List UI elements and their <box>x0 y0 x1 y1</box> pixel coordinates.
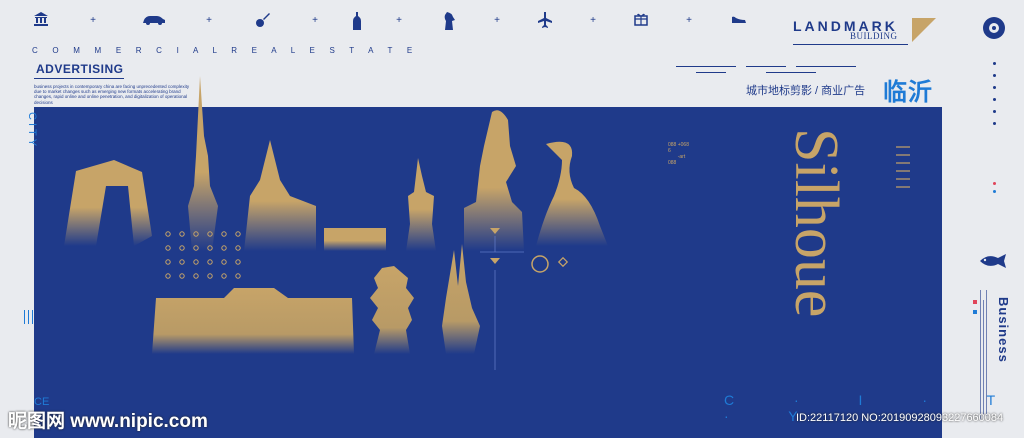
plus-icon: + <box>686 15 692 26</box>
plus-icon: + <box>590 15 596 26</box>
bottle-icon <box>348 12 366 30</box>
decorative-dashes <box>676 62 856 76</box>
guitar-icon <box>254 12 272 30</box>
airplane-icon <box>536 12 554 30</box>
poster: + + + + + + + C O M M E R C I A L R E A … <box>0 0 1024 438</box>
triangle-ornament <box>490 258 500 264</box>
plus-icon: + <box>90 15 96 26</box>
fish-icon <box>980 254 1006 268</box>
business-label: Business <box>996 297 1011 363</box>
plus-icon: + <box>494 15 500 26</box>
blue-dot <box>993 190 996 193</box>
building-subtitle: BUILDING <box>850 31 898 41</box>
business-markers <box>973 300 977 314</box>
city-skyline-illustration <box>64 76 608 370</box>
plus-icon: + <box>396 15 402 26</box>
advertising-heading: ADVERTISING <box>36 62 124 76</box>
watermark-site: 昵图网 www.nipic.com <box>8 411 208 432</box>
cn-city-name: 临沂 <box>883 79 933 106</box>
number-annotation: 088 +068 6 -art 088 <box>668 142 689 166</box>
bank-icon <box>32 12 50 30</box>
silhouette-text: Silhouette <box>790 128 850 318</box>
vertical-dots <box>993 62 997 134</box>
red-dot <box>993 182 996 185</box>
crane-sculpture <box>536 141 608 246</box>
arch-building <box>64 160 152 246</box>
right-small-text <box>980 290 992 430</box>
diamond-ornament <box>557 256 569 268</box>
church <box>244 140 316 251</box>
ornament-stripes <box>896 146 912 202</box>
statue-icon <box>440 12 458 30</box>
ring-ornament <box>531 255 549 273</box>
watermark-id: ID:22117120 NO:20190928093227660084 <box>796 412 1004 424</box>
plus-icon: + <box>206 15 212 26</box>
plus-icon: + <box>312 15 318 26</box>
car-icon <box>142 12 166 30</box>
divider <box>793 44 908 45</box>
shoe-icon <box>730 12 748 30</box>
ring-icon <box>983 17 1005 39</box>
low-building <box>324 228 386 251</box>
silhouette-word: Silhouette <box>790 128 850 318</box>
tagline: C O M M E R C I A L R E A L E S T A T E <box>32 46 419 55</box>
pagoda-tower <box>406 158 436 251</box>
needle-tower <box>188 76 218 251</box>
twin-spires <box>442 244 480 354</box>
pagoda <box>370 266 414 354</box>
city-vertical-label: CITY <box>26 112 38 150</box>
corner-triangle <box>912 18 936 42</box>
gift-icon <box>632 12 650 30</box>
hall-building <box>152 288 354 354</box>
icon-strip: + + + + + + + <box>32 12 752 36</box>
cn-subtitle: 城市地标剪影 / 商业广告 <box>746 85 866 97</box>
